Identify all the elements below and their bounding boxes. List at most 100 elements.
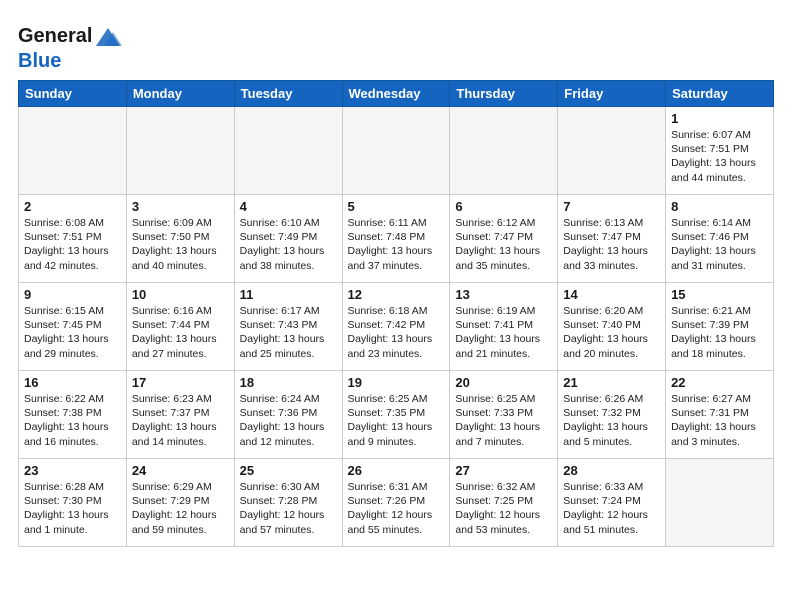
day-info: Sunrise: 6:07 AMSunset: 7:51 PMDaylight:… xyxy=(671,128,768,185)
day-info: Sunrise: 6:24 AMSunset: 7:36 PMDaylight:… xyxy=(240,392,337,449)
day-number: 28 xyxy=(563,463,660,478)
calendar-cell: 8Sunrise: 6:14 AMSunset: 7:46 PMDaylight… xyxy=(666,195,774,283)
calendar-cell: 17 Sunrise: 6:23 AMSunset: 7:37 PMDayligh… xyxy=(126,371,234,459)
calendar-cell xyxy=(342,107,450,195)
day-info: Sunrise: 6:08 AMSunset: 7:51 PMDaylight:… xyxy=(24,216,121,273)
day-info: Sunrise: 6:19 AMSunset: 7:41 PMDaylight:… xyxy=(455,304,552,361)
day-number: 11 xyxy=(240,287,337,302)
day-number: 15 xyxy=(671,287,768,302)
day-info: Sunrise: 6:32 AMSunset: 7:25 PMDaylight:… xyxy=(455,480,552,537)
calendar-week-1: 1 Sunrise: 6:07 AMSunset: 7:51 PMDaylight… xyxy=(19,107,774,195)
calendar-cell: 13 Sunrise: 6:19 AMSunset: 7:41 PMDayligh… xyxy=(450,283,558,371)
calendar-cell: 12 Sunrise: 6:18 AMSunset: 7:42 PMDayligh… xyxy=(342,283,450,371)
day-number: 12 xyxy=(348,287,445,302)
page: General Blue SundayMondayTuesdayWednesda… xyxy=(0,0,792,557)
calendar-cell: 4 Sunrise: 6:10 AMSunset: 7:49 PMDaylight… xyxy=(234,195,342,283)
calendar-cell xyxy=(234,107,342,195)
day-info: Sunrise: 6:11 AMSunset: 7:48 PMDaylight:… xyxy=(348,216,445,273)
day-number: 16 xyxy=(24,375,121,390)
day-number: 22 xyxy=(671,375,768,390)
day-number: 26 xyxy=(348,463,445,478)
day-number: 17 xyxy=(132,375,229,390)
calendar-week-5: 23 Sunrise: 6:28 AMSunset: 7:30 PMDayligh… xyxy=(19,459,774,547)
day-number: 18 xyxy=(240,375,337,390)
day-info: Sunrise: 6:10 AMSunset: 7:49 PMDaylight:… xyxy=(240,216,337,273)
calendar-cell: 28 Sunrise: 6:33 AMSunset: 7:24 PMDayligh… xyxy=(558,459,666,547)
day-number: 7 xyxy=(563,199,660,214)
weekday-saturday: Saturday xyxy=(666,81,774,107)
calendar-cell: 2Sunrise: 6:08 AMSunset: 7:51 PMDaylight… xyxy=(19,195,127,283)
calendar-cell: 22 Sunrise: 6:27 AMSunset: 7:31 PMDayligh… xyxy=(666,371,774,459)
day-number: 9 xyxy=(24,287,121,302)
calendar-cell xyxy=(450,107,558,195)
day-info: Sunrise: 6:29 AMSunset: 7:29 PMDaylight:… xyxy=(132,480,229,537)
calendar-cell: 15Sunrise: 6:21 AMSunset: 7:39 PMDayligh… xyxy=(666,283,774,371)
calendar-cell: 21 Sunrise: 6:26 AMSunset: 7:32 PMDayligh… xyxy=(558,371,666,459)
day-info: Sunrise: 6:33 AMSunset: 7:24 PMDaylight:… xyxy=(563,480,660,537)
day-number: 5 xyxy=(348,199,445,214)
day-info: Sunrise: 6:22 AMSunset: 7:38 PMDaylight:… xyxy=(24,392,121,449)
day-number: 1 xyxy=(671,111,768,126)
calendar-cell: 7 Sunrise: 6:13 AMSunset: 7:47 PMDaylight… xyxy=(558,195,666,283)
day-info: Sunrise: 6:31 AMSunset: 7:26 PMDaylight:… xyxy=(348,480,445,537)
weekday-monday: Monday xyxy=(126,81,234,107)
day-info: Sunrise: 6:27 AMSunset: 7:31 PMDaylight:… xyxy=(671,392,768,449)
day-info: Sunrise: 6:18 AMSunset: 7:42 PMDaylight:… xyxy=(348,304,445,361)
calendar-cell: 6Sunrise: 6:12 AMSunset: 7:47 PMDaylight… xyxy=(450,195,558,283)
logo: General Blue xyxy=(18,22,122,72)
day-info: Sunrise: 6:13 AMSunset: 7:47 PMDaylight:… xyxy=(563,216,660,273)
calendar-cell: 25 Sunrise: 6:30 AMSunset: 7:28 PMDayligh… xyxy=(234,459,342,547)
day-info: Sunrise: 6:26 AMSunset: 7:32 PMDaylight:… xyxy=(563,392,660,449)
calendar-week-3: 9 Sunrise: 6:15 AMSunset: 7:45 PMDaylight… xyxy=(19,283,774,371)
day-number: 25 xyxy=(240,463,337,478)
calendar-table: SundayMondayTuesdayWednesdayThursdayFrid… xyxy=(18,80,774,547)
calendar-cell xyxy=(126,107,234,195)
weekday-header-row: SundayMondayTuesdayWednesdayThursdayFrid… xyxy=(19,81,774,107)
day-number: 4 xyxy=(240,199,337,214)
day-info: Sunrise: 6:28 AMSunset: 7:30 PMDaylight:… xyxy=(24,480,121,537)
logo-blue: Blue xyxy=(18,50,61,72)
calendar-week-2: 2Sunrise: 6:08 AMSunset: 7:51 PMDaylight… xyxy=(19,195,774,283)
day-number: 27 xyxy=(455,463,552,478)
calendar-cell: 9 Sunrise: 6:15 AMSunset: 7:45 PMDaylight… xyxy=(19,283,127,371)
day-number: 14 xyxy=(563,287,660,302)
day-info: Sunrise: 6:25 AMSunset: 7:35 PMDaylight:… xyxy=(348,392,445,449)
day-info: Sunrise: 6:16 AMSunset: 7:44 PMDaylight:… xyxy=(132,304,229,361)
logo-general: General xyxy=(18,25,92,47)
weekday-tuesday: Tuesday xyxy=(234,81,342,107)
calendar-cell: 20 Sunrise: 6:25 AMSunset: 7:33 PMDayligh… xyxy=(450,371,558,459)
calendar-week-4: 16 Sunrise: 6:22 AMSunset: 7:38 PMDayligh… xyxy=(19,371,774,459)
day-number: 24 xyxy=(132,463,229,478)
calendar-cell xyxy=(666,459,774,547)
day-info: Sunrise: 6:09 AMSunset: 7:50 PMDaylight:… xyxy=(132,216,229,273)
header: General Blue xyxy=(18,18,774,72)
day-number: 23 xyxy=(24,463,121,478)
day-number: 10 xyxy=(132,287,229,302)
logo-text-block: General Blue xyxy=(18,22,122,72)
calendar-cell: 18 Sunrise: 6:24 AMSunset: 7:36 PMDayligh… xyxy=(234,371,342,459)
calendar-cell: 5 Sunrise: 6:11 AMSunset: 7:48 PMDaylight… xyxy=(342,195,450,283)
day-info: Sunrise: 6:25 AMSunset: 7:33 PMDaylight:… xyxy=(455,392,552,449)
weekday-sunday: Sunday xyxy=(19,81,127,107)
day-number: 8 xyxy=(671,199,768,214)
calendar-cell xyxy=(558,107,666,195)
calendar-cell: 26 Sunrise: 6:31 AMSunset: 7:26 PMDayligh… xyxy=(342,459,450,547)
calendar-cell: 16 Sunrise: 6:22 AMSunset: 7:38 PMDayligh… xyxy=(19,371,127,459)
calendar-cell: 11 Sunrise: 6:17 AMSunset: 7:43 PMDayligh… xyxy=(234,283,342,371)
day-info: Sunrise: 6:30 AMSunset: 7:28 PMDaylight:… xyxy=(240,480,337,537)
day-info: Sunrise: 6:17 AMSunset: 7:43 PMDaylight:… xyxy=(240,304,337,361)
day-number: 20 xyxy=(455,375,552,390)
day-info: Sunrise: 6:12 AMSunset: 7:47 PMDaylight:… xyxy=(455,216,552,273)
weekday-thursday: Thursday xyxy=(450,81,558,107)
calendar-cell: 24 Sunrise: 6:29 AMSunset: 7:29 PMDayligh… xyxy=(126,459,234,547)
day-info: Sunrise: 6:23 AMSunset: 7:37 PMDaylight:… xyxy=(132,392,229,449)
weekday-friday: Friday xyxy=(558,81,666,107)
calendar-cell xyxy=(19,107,127,195)
day-number: 19 xyxy=(348,375,445,390)
day-info: Sunrise: 6:15 AMSunset: 7:45 PMDaylight:… xyxy=(24,304,121,361)
calendar-cell: 1 Sunrise: 6:07 AMSunset: 7:51 PMDaylight… xyxy=(666,107,774,195)
day-number: 13 xyxy=(455,287,552,302)
calendar-cell: 14Sunrise: 6:20 AMSunset: 7:40 PMDayligh… xyxy=(558,283,666,371)
day-number: 21 xyxy=(563,375,660,390)
logo-icon xyxy=(94,22,122,50)
